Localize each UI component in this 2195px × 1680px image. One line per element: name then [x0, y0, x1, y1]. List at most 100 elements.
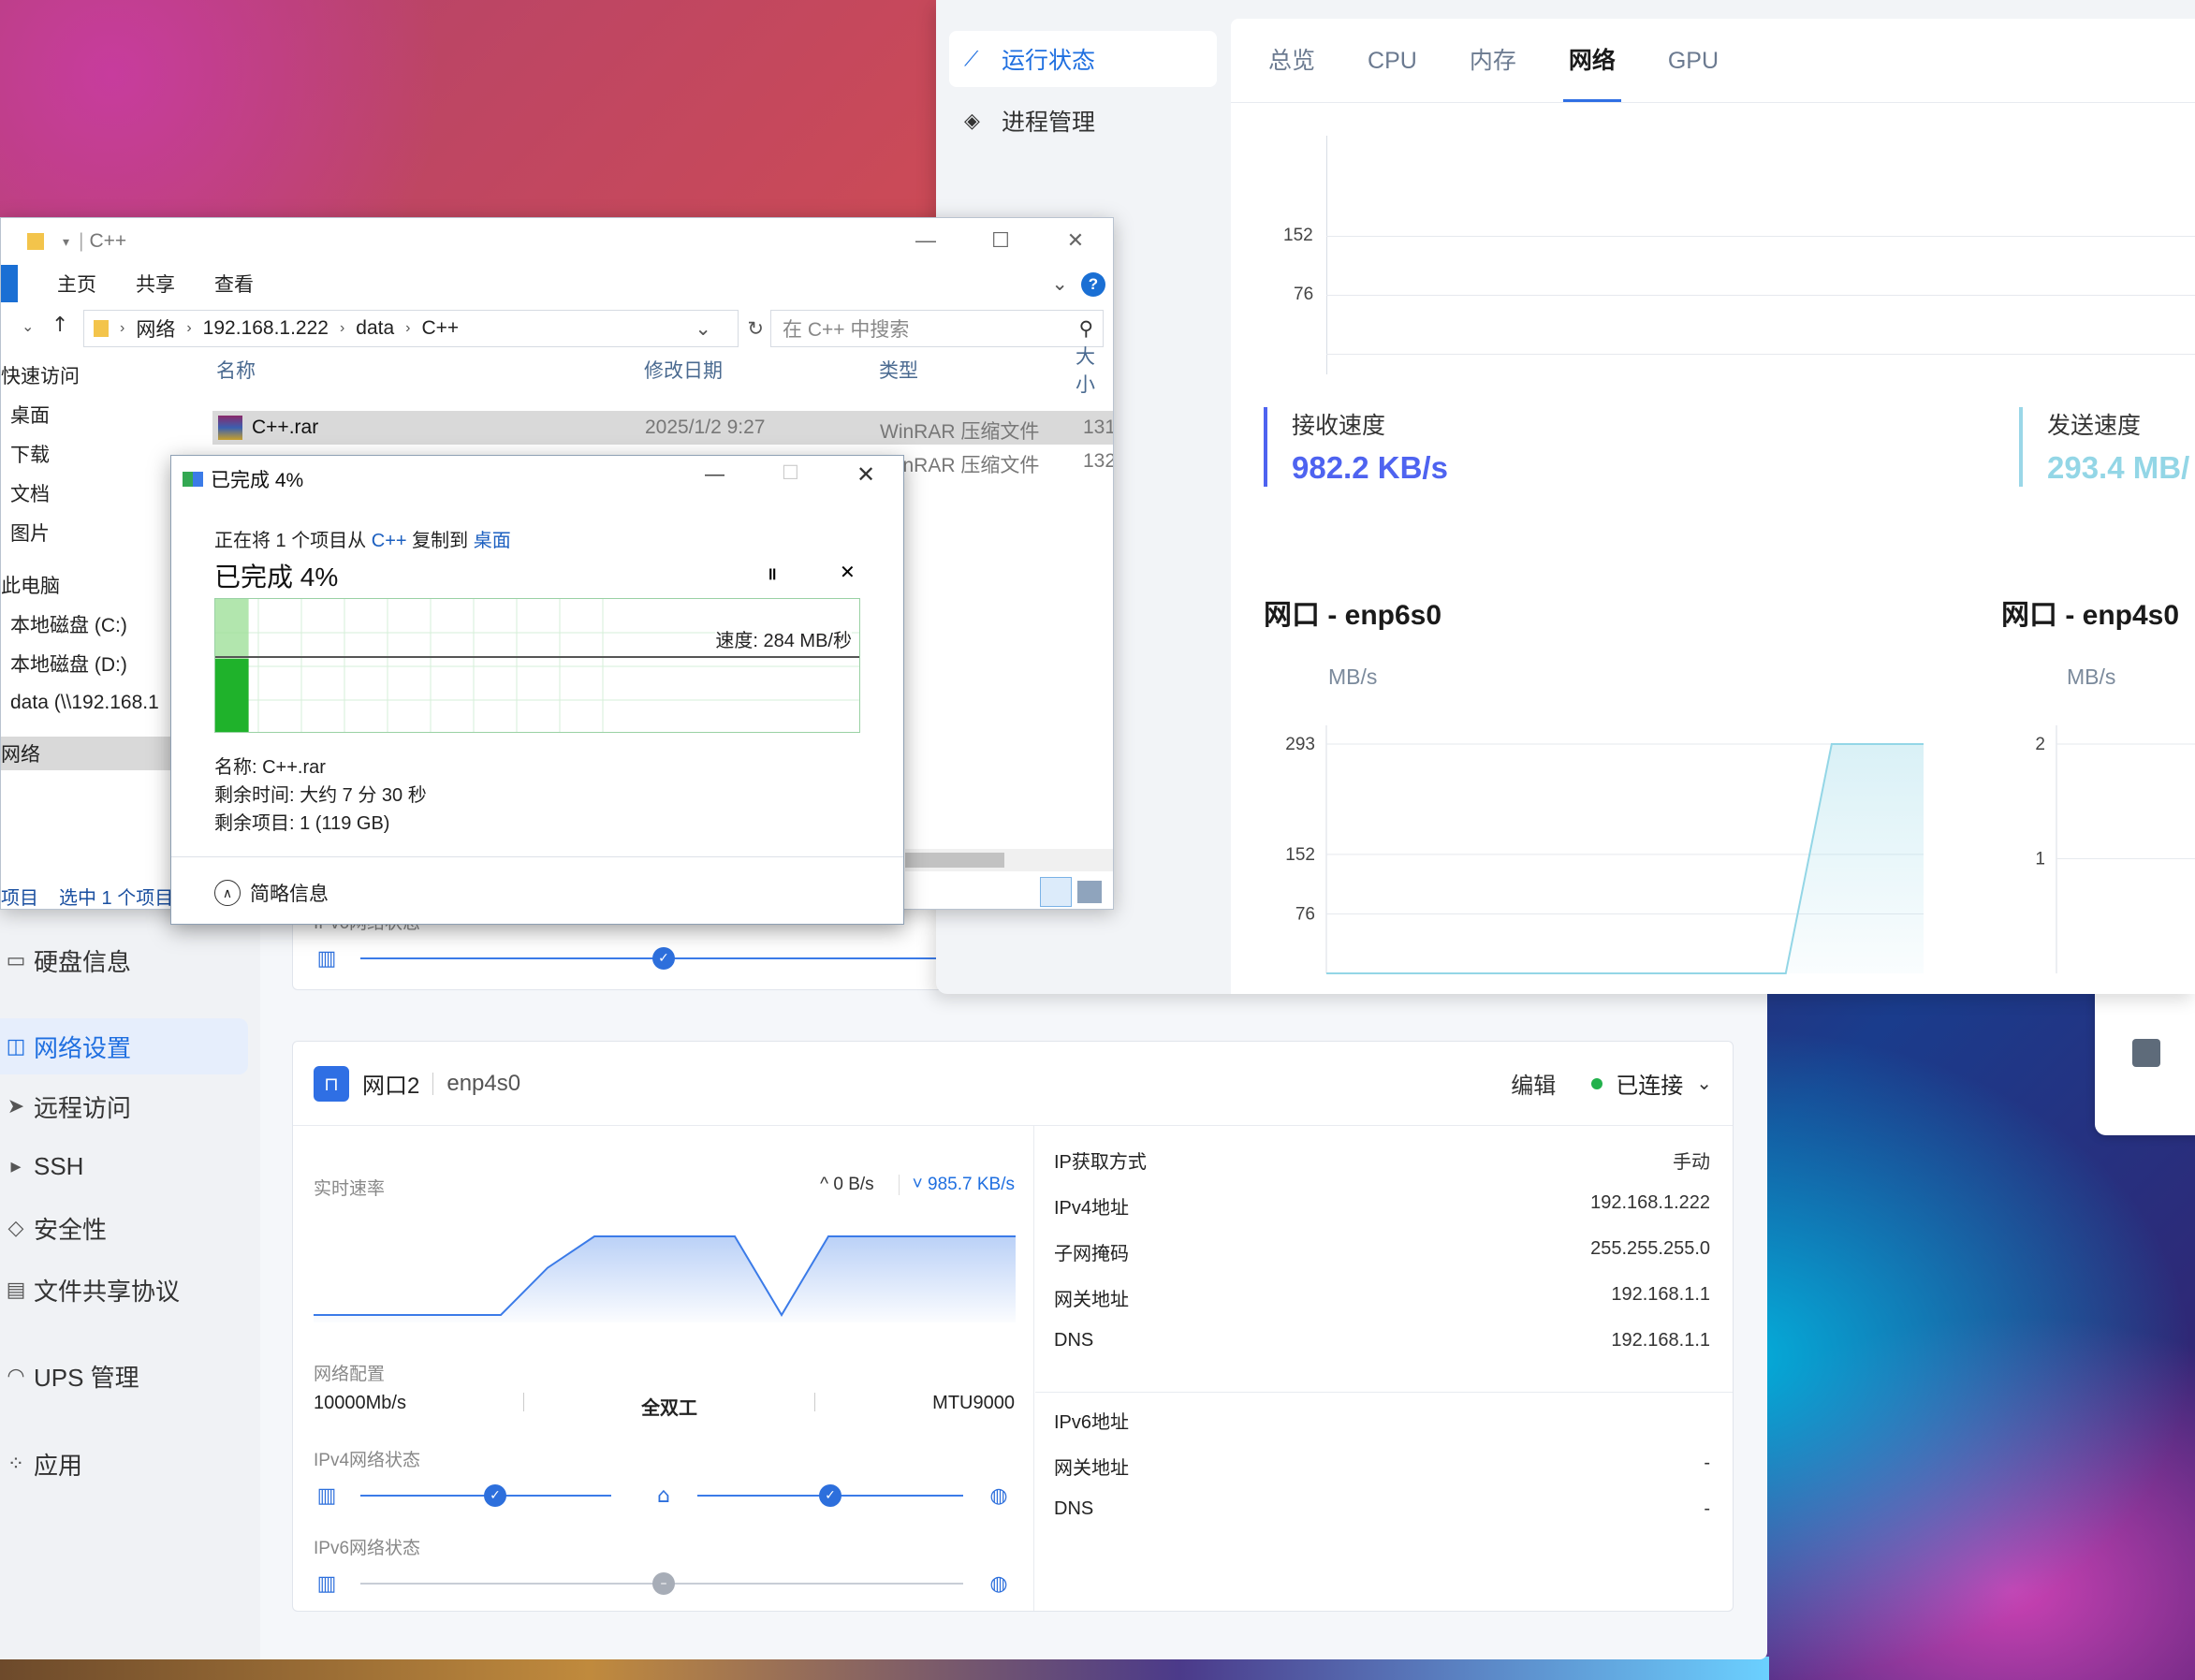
- column-type[interactable]: 类型: [879, 349, 918, 390]
- system-monitor-window: ⟋ 运行状态 ◈ 进程管理 总览 CPU 内存 网络 GPU 152 76 接收速度…: [936, 0, 2195, 994]
- breadcrumb[interactable]: data: [356, 317, 394, 340]
- explorer-titlebar: ▾ | C++ — ☐ ✕: [1, 218, 1113, 265]
- refresh-icon[interactable]: ↻: [747, 317, 764, 341]
- help-icon[interactable]: ?: [1081, 272, 1105, 297]
- breadcrumb[interactable]: 192.168.1.222: [203, 317, 329, 340]
- tab-network[interactable]: 网络: [1562, 19, 1621, 102]
- column-name[interactable]: 名称: [216, 349, 256, 390]
- check-icon: ✓: [819, 1484, 841, 1507]
- status-dot: [1591, 1077, 1603, 1089]
- search-input[interactable]: 在 C++ 中搜索 ⚲: [770, 310, 1104, 347]
- copy-icon: [183, 472, 203, 487]
- file-share-icon: ▤: [6, 1278, 26, 1301]
- nav-this-pc[interactable]: 此电脑: [1, 568, 60, 602]
- close-button[interactable]: ✕: [856, 461, 875, 489]
- pause-button[interactable]: ॥: [767, 562, 777, 585]
- nav-network[interactable]: 网络: [1, 737, 186, 770]
- router-icon: ⌂: [657, 1483, 670, 1508]
- ipv4-flow: ▥ ✓ ⌂ ✓ ◍: [314, 1482, 1015, 1510]
- tab-share[interactable]: 共享: [136, 270, 175, 298]
- close-button[interactable]: ✕: [1038, 218, 1113, 263]
- sidebar-item-disk[interactable]: ▭ 硬盘信息: [0, 932, 248, 988]
- nav-desktop[interactable]: 桌面: [10, 398, 50, 431]
- brief-info-toggle[interactable]: ∧ 简略信息: [214, 879, 329, 907]
- enp6s0-chart: 293 152 76: [1285, 725, 1924, 974]
- search-icon[interactable]: ⚲: [1079, 317, 1093, 341]
- detail-row: DNS -: [1054, 1498, 1710, 1519]
- sidebar-item-ssh[interactable]: ▸ SSH: [0, 1138, 248, 1194]
- speed-bar: [215, 659, 249, 732]
- folder-icon: [27, 233, 44, 250]
- chart-line-icon: ⟋: [964, 47, 979, 70]
- y-tick-label: 76: [1294, 285, 1314, 304]
- port-name: 网口2: [362, 1074, 420, 1099]
- tab-gpu[interactable]: GPU: [1668, 19, 1719, 102]
- thumbnail-view-icon[interactable]: [1077, 881, 1102, 903]
- network-settings-main: IPv6网络状态 ▥ ✓ ◍ ⊓ 网口2 enp4s0 编辑 已连接 ⌄: [292, 861, 1734, 1659]
- breadcrumb[interactable]: 网络: [136, 314, 175, 343]
- detail-row: IP获取方式 手动: [1054, 1152, 1710, 1173]
- transfer-graph: 速度: 284 MB/秒: [214, 598, 860, 733]
- nav-quick-access[interactable]: 快速访问: [1, 358, 80, 392]
- tab-cpu[interactable]: CPU: [1368, 19, 1417, 102]
- address-bar[interactable]: › 网络 › 192.168.1.222 › data › C++ ⌄ ↻: [83, 310, 764, 347]
- sidebar-item-network[interactable]: ◫ 网络设置: [0, 1018, 248, 1074]
- link-speed: 10000Mb/s: [314, 1393, 406, 1413]
- package-icon: [2132, 1039, 2160, 1067]
- maximize-button[interactable]: ☐: [963, 218, 1038, 263]
- nav-drive-d[interactable]: 本地磁盘 (D:): [10, 647, 127, 680]
- chevron-down-icon[interactable]: ⌄: [695, 317, 711, 341]
- nav-drive-c[interactable]: 本地磁盘 (C:): [10, 607, 127, 641]
- navigation-pane: 快速访问 桌面 下载 文档 图片 此电脑 本地磁盘 (C:) 本地磁盘 (D:)…: [1, 358, 186, 883]
- network-icon: ◫: [6, 1034, 26, 1058]
- cancel-button[interactable]: ✕: [840, 561, 856, 584]
- send-icon: ➤: [7, 1094, 25, 1118]
- horizontal-scrollbar[interactable]: [905, 849, 1113, 871]
- column-date[interactable]: 修改日期: [644, 349, 723, 390]
- realtime-area: [314, 1236, 1016, 1322]
- edit-button[interactable]: 编辑: [1511, 1067, 1556, 1100]
- nav-pictures[interactable]: 图片: [10, 516, 50, 549]
- breadcrumb[interactable]: C++: [421, 317, 459, 340]
- minimize-button[interactable]: —: [705, 463, 724, 486]
- destination-link[interactable]: 桌面: [474, 531, 511, 551]
- y-tick-label: 152: [1285, 845, 1315, 865]
- nav-documents[interactable]: 文档: [10, 476, 50, 510]
- divider: [1035, 1392, 1733, 1393]
- maximize-button: ☐: [782, 462, 799, 484]
- network-config: 10000Mb/s 全双工 MTU9000: [314, 1393, 1015, 1420]
- chevron-down-icon[interactable]: ▾: [63, 234, 69, 250]
- tab-memory[interactable]: 内存: [1470, 19, 1516, 102]
- nav-run-status[interactable]: ⟋ 运行状态: [949, 31, 1217, 87]
- folder-icon: [94, 320, 109, 337]
- transfer-speed: 速度: 284 MB/秒: [715, 625, 852, 652]
- source-link[interactable]: C++: [372, 531, 407, 551]
- copy-progress-dialog: 已完成 4% — ☐ ✕ 正在将 1 个项目从 C++ 复制到 桌面 已完成 4…: [170, 455, 904, 925]
- column-size[interactable]: 大小: [1076, 346, 1113, 396]
- sidebar-item-remote[interactable]: ➤ 远程访问: [0, 1078, 248, 1134]
- recent-locations-icon[interactable]: ⌄: [22, 317, 34, 335]
- tab-home[interactable]: 主页: [57, 270, 96, 298]
- interface-title: 网口 - enp4s0: [2001, 600, 2180, 631]
- mtu-value: MTU9000: [932, 1393, 1015, 1413]
- tab-overview[interactable]: 总览: [1268, 19, 1315, 102]
- port-device: enp4s0: [446, 1070, 521, 1096]
- chevron-down-icon[interactable]: ⌄: [1051, 272, 1068, 296]
- minimize-button[interactable]: —: [888, 218, 963, 263]
- gridline: [1326, 354, 2195, 355]
- sidebar-item-file-share[interactable]: ▤ 文件共享协议: [0, 1262, 248, 1318]
- nav-network-drive[interactable]: data (\\192.168.1: [10, 686, 159, 720]
- file-row[interactable]: C++.rar 2025/1/2 9:27 WinRAR 压缩文件 131: [212, 411, 1113, 445]
- up-arrow-icon[interactable]: ↑: [51, 314, 68, 337]
- nav-process-manager[interactable]: ◈ 进程管理: [949, 93, 1217, 149]
- tab-view[interactable]: 查看: [214, 270, 254, 298]
- sidebar-item-ups[interactable]: ◠ UPS 管理: [0, 1348, 248, 1404]
- file-tab[interactable]: [1, 265, 18, 302]
- details-view-icon[interactable]: [1040, 877, 1072, 907]
- taskbar-strip: [0, 1657, 1769, 1680]
- nav-downloads[interactable]: 下载: [10, 437, 50, 471]
- sidebar-item-security[interactable]: ◇ 安全性: [0, 1200, 248, 1256]
- y-tick-label: 76: [1295, 904, 1315, 924]
- sidebar-item-apps[interactable]: ⁘ 应用: [0, 1436, 248, 1492]
- chevron-down-icon[interactable]: ⌄: [1696, 1072, 1712, 1095]
